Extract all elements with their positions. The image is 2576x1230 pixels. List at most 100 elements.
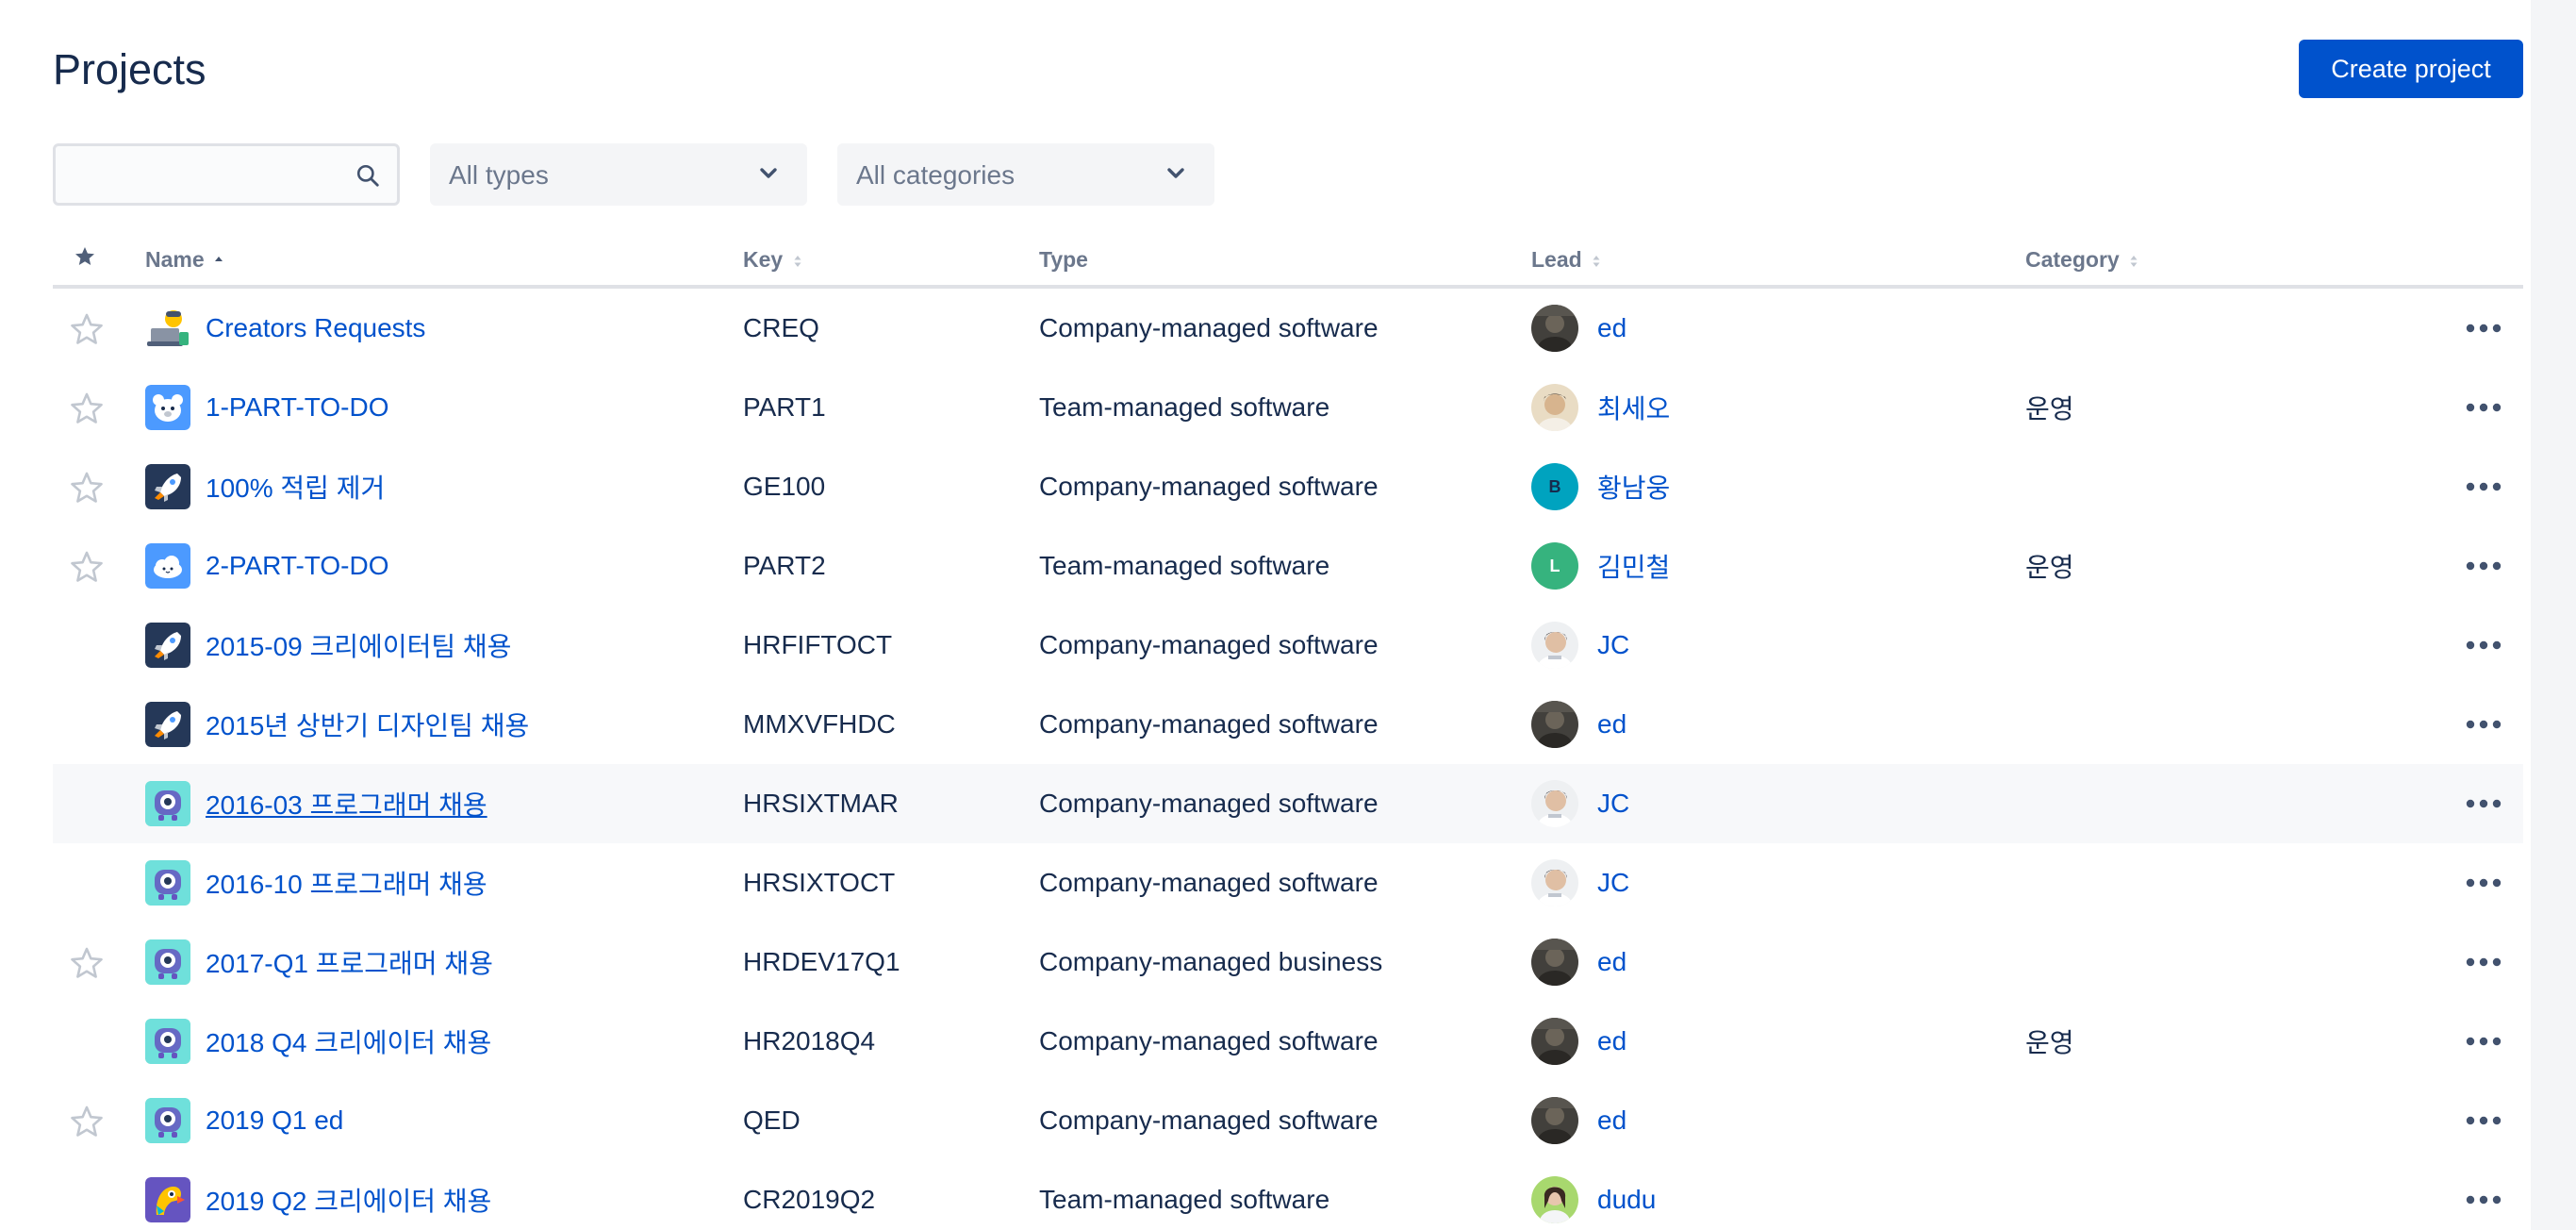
- project-type: Team-managed software: [1039, 1185, 1330, 1214]
- project-link[interactable]: 2019 Q1 ed: [206, 1105, 343, 1136]
- project-type-select-value: All types: [449, 160, 549, 190]
- project-lead-link[interactable]: JC: [1597, 630, 1629, 660]
- project-name-cell: Creators Requests: [145, 289, 425, 368]
- category-select-value: All categories: [856, 160, 1016, 190]
- project-lead-link[interactable]: dudu: [1597, 1185, 1656, 1215]
- table-header: Name Key Type Lead Category: [53, 236, 2523, 289]
- project-link[interactable]: 2016-10 프로그래머 채용: [206, 864, 487, 902]
- category-select[interactable]: All categories: [837, 143, 1214, 206]
- project-link[interactable]: Creators Requests: [206, 313, 425, 343]
- project-name-cell: 100% 적립 제거: [145, 447, 385, 526]
- project-lead-link[interactable]: ed: [1597, 313, 1627, 343]
- project-link[interactable]: 2018 Q4 크리에이터 채용: [206, 1022, 491, 1060]
- project-name-cell: 2019 Q1 ed: [145, 1081, 343, 1160]
- rocket-icon: [145, 702, 206, 747]
- parrot-icon: [145, 1177, 206, 1222]
- search-input[interactable]: [69, 156, 337, 195]
- table-row: 2019 Q1 ed QED Company-managed software ed: [53, 1081, 2523, 1160]
- project-type: Company-managed software: [1039, 789, 1379, 818]
- project-key: CR2019Q2: [743, 1185, 876, 1214]
- page-title: Projects: [53, 45, 206, 93]
- project-type: Company-managed software: [1039, 868, 1379, 897]
- sort-icon: [2130, 255, 2138, 267]
- project-link[interactable]: 2015-09 크리에이터팀 채용: [206, 626, 511, 664]
- project-lead-cell: JC: [1531, 606, 1629, 685]
- project-name-cell: 2019 Q2 크리에이터 채용: [145, 1160, 491, 1230]
- project-type: Company-managed business: [1039, 947, 1383, 976]
- project-link[interactable]: 1-PART-TO-DO: [206, 392, 388, 423]
- create-project-button[interactable]: Create project: [2299, 40, 2523, 98]
- project-lead-cell: JC: [1531, 764, 1629, 843]
- robot-icon: [145, 1019, 206, 1064]
- project-type: Company-managed software: [1039, 472, 1379, 501]
- project-key: HRSIXTMAR: [743, 789, 899, 818]
- project-lead-link[interactable]: ed: [1597, 709, 1627, 740]
- project-link[interactable]: 2015년 상반기 디자인팀 채용: [206, 706, 529, 743]
- project-lead-cell: ed: [1531, 289, 1627, 368]
- table-row: 2015년 상반기 디자인팀 채용 MMXVFHDC Company-managed…: [53, 685, 2523, 764]
- project-lead-link[interactable]: 최세오: [1597, 389, 1670, 426]
- project-link[interactable]: 100% 적립 제거: [206, 468, 385, 506]
- avatar: [1531, 1176, 1578, 1223]
- project-name-cell: 2016-10 프로그래머 채용: [145, 843, 487, 922]
- project-lead-cell: 최세오: [1531, 368, 1670, 447]
- project-link[interactable]: 2-PART-TO-DO: [206, 551, 388, 581]
- bear-icon: [145, 385, 206, 430]
- table-row: 2015-09 크리에이터팀 채용 HRFIFTOCT Company-manage…: [53, 606, 2523, 685]
- column-header-category[interactable]: Category: [2025, 247, 2138, 273]
- projects-page: Projects Create project All types All ca…: [0, 0, 2576, 1230]
- project-lead-link[interactable]: JC: [1597, 868, 1629, 898]
- avatar: [1531, 622, 1578, 669]
- project-lead-link[interactable]: 황남웅: [1597, 468, 1670, 506]
- column-header-key[interactable]: Key: [743, 247, 802, 273]
- project-lead-cell: dudu: [1531, 1160, 1656, 1230]
- project-key: CREQ: [743, 313, 819, 342]
- robot-icon: [145, 781, 206, 826]
- project-lead-cell: JC: [1531, 843, 1629, 922]
- robot-icon: [145, 1098, 206, 1143]
- project-type: Company-managed software: [1039, 630, 1379, 659]
- project-name-cell: 2015년 상반기 디자인팀 채용: [145, 685, 529, 764]
- project-link[interactable]: 2017-Q1 프로그래머 채용: [206, 943, 493, 981]
- project-key: HR2018Q4: [743, 1026, 876, 1055]
- project-key: PART2: [743, 551, 826, 580]
- project-type: Team-managed software: [1039, 551, 1330, 580]
- rocket-icon: [145, 623, 206, 668]
- sort-ascending-icon: [215, 256, 223, 261]
- scroll-gutter: [2531, 0, 2576, 1230]
- column-header-name[interactable]: Name: [145, 247, 223, 273]
- project-lead-link[interactable]: ed: [1597, 1105, 1627, 1136]
- sort-icon: [1593, 255, 1600, 267]
- project-lead-link[interactable]: 김민철: [1597, 547, 1670, 585]
- avatar: [1531, 939, 1578, 986]
- avatar: [1531, 305, 1578, 352]
- project-link[interactable]: 2019 Q2 크리에이터 채용: [206, 1181, 491, 1219]
- table-row: 2016-10 프로그래머 채용 HRSIXTOCT Company-managed…: [53, 843, 2523, 922]
- column-header-category-label: Category: [2025, 247, 2120, 272]
- search-field[interactable]: [53, 143, 400, 206]
- project-type-select[interactable]: All types: [430, 143, 807, 206]
- project-type: Company-managed software: [1039, 709, 1379, 739]
- project-type: Company-managed software: [1039, 1105, 1379, 1135]
- projects-table: Name Key Type Lead Category Creators Req…: [53, 236, 2523, 1230]
- project-key: PART1: [743, 392, 826, 422]
- table-row: 2017-Q1 프로그래머 채용 HRDEV17Q1 Company-managed…: [53, 922, 2523, 1002]
- project-lead-link[interactable]: JC: [1597, 789, 1629, 819]
- project-lead-link[interactable]: ed: [1597, 1026, 1627, 1056]
- avatar: [1531, 384, 1578, 431]
- table-row: 100% 적립 제거 GE100 Company-managed software B…: [53, 447, 2523, 526]
- column-header-lead[interactable]: Lead: [1531, 247, 1601, 273]
- project-link[interactable]: 2016-03 프로그래머 채용: [206, 785, 487, 823]
- search-icon: [356, 164, 379, 187]
- project-type: Team-managed software: [1039, 392, 1330, 422]
- project-name-cell: 2-PART-TO-DO: [145, 526, 388, 606]
- project-type: Company-managed software: [1039, 313, 1379, 342]
- project-lead-cell: B 황남웅: [1531, 447, 1670, 526]
- avatar: [1531, 701, 1578, 748]
- project-key: HRDEV17Q1: [743, 947, 900, 976]
- column-header-key-label: Key: [743, 247, 784, 272]
- project-key: GE100: [743, 472, 826, 501]
- chevron-down-icon: [1167, 168, 1184, 178]
- avatar: L: [1531, 542, 1578, 590]
- project-lead-link[interactable]: ed: [1597, 947, 1627, 977]
